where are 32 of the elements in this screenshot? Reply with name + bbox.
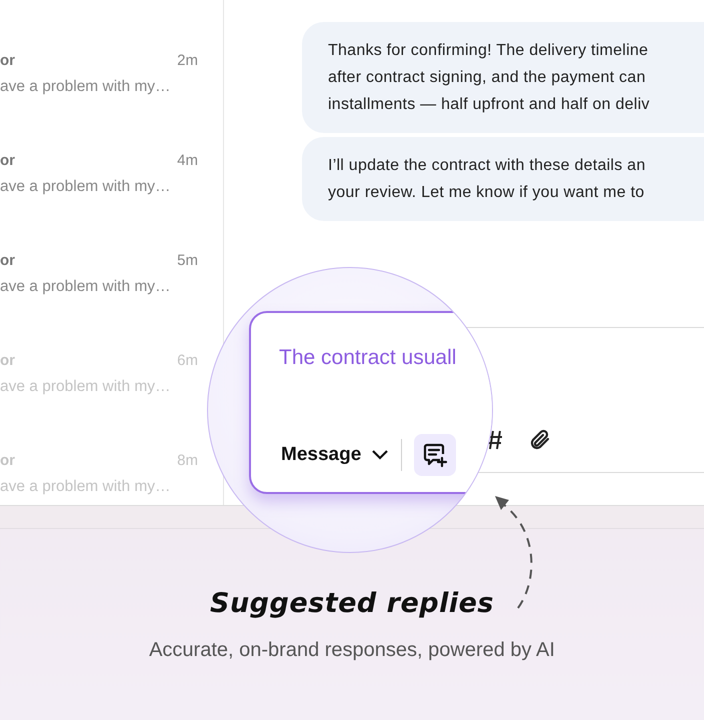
message-preview: ave a problem with my…: [0, 378, 172, 396]
message-preview: ave a problem with my…: [0, 278, 172, 296]
suggest-reply-button[interactable]: [414, 434, 456, 476]
hashtag-icon[interactable]: [488, 430, 502, 450]
message-type-dropdown[interactable]: Message: [281, 444, 390, 466]
message-text: your review. Let me know if you want me to: [328, 183, 646, 203]
conversation-item[interactable]: or 4m ave a problem with my…: [0, 152, 198, 208]
message-time: 4m: [177, 152, 198, 169]
contact-name: or: [0, 352, 15, 369]
contact-name: or: [0, 252, 15, 269]
conversation-item[interactable]: or 5m ave a problem with my…: [0, 252, 198, 308]
contact-name: or: [0, 52, 15, 69]
contact-name: or: [0, 152, 15, 169]
feature-description: Accurate, on-brand responses, powered by AI: [149, 639, 555, 662]
chevron-down-icon: [371, 449, 390, 461]
message-time: 2m: [177, 52, 198, 69]
message-time: 5m: [177, 252, 198, 269]
message-preview: ave a problem with my…: [0, 478, 172, 496]
message-text: installments — half upfront and half on deliv: [328, 95, 651, 115]
attachment-icon[interactable]: [528, 428, 552, 452]
contact-name: or: [0, 452, 15, 469]
suggested-reply-text: The contract usuall: [279, 346, 456, 370]
conversation-item[interactable]: or 2m ave a problem with my…: [0, 52, 198, 108]
message-plus-icon: [422, 442, 448, 468]
message-time: 6m: [177, 352, 198, 369]
message-time: 8m: [177, 452, 198, 469]
message-text: Thanks for confirming! The delivery timeline: [328, 41, 650, 61]
message-text: I’ll update the contract with these details an: [328, 156, 646, 176]
message-text: after contract signing, and the payment can: [328, 68, 647, 88]
feature-title: Suggested replies: [210, 588, 494, 619]
message-preview: ave a problem with my…: [0, 78, 172, 96]
message-preview: ave a problem with my…: [0, 178, 172, 196]
